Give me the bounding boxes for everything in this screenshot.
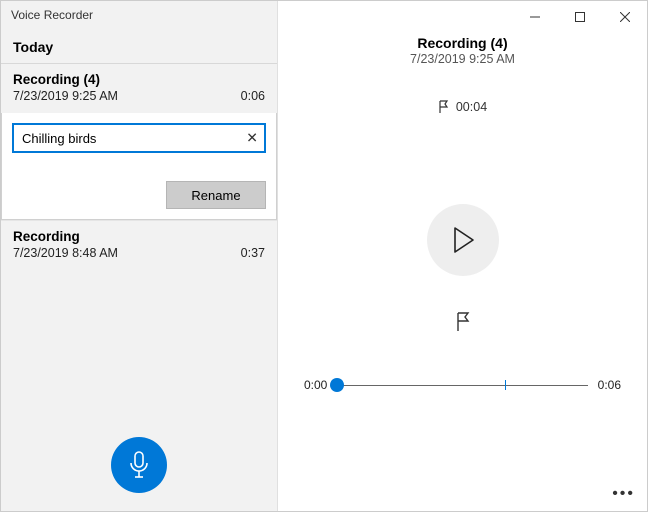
group-label: Today [1,29,277,63]
flag-icon [438,100,450,114]
more-button[interactable]: ••• [612,485,635,503]
microphone-icon [128,451,150,479]
close-button[interactable] [602,2,647,32]
play-button[interactable] [427,204,499,276]
recording-title: Recording (4) [13,72,265,87]
marker-time: 00:04 [456,100,487,114]
marker-indicator[interactable]: 00:04 [278,100,647,114]
flag-icon [455,312,471,332]
timeline-end: 0:06 [598,378,621,392]
rename-input-wrap: ✕ [12,123,266,153]
recording-item[interactable]: Recording (4) 7/23/2019 9:25 AM 0:06 [1,63,277,113]
rename-input[interactable] [22,131,236,146]
rename-panel: ✕ Rename [1,113,277,220]
sidebar: Voice Recorder Today Recording (4) 7/23/… [1,1,278,511]
recording-title: Recording [13,229,265,244]
add-marker-button[interactable] [449,308,477,336]
minimize-button[interactable] [512,2,557,32]
recording-item[interactable]: Recording 7/23/2019 8:48 AM 0:37 [1,220,277,270]
app-title: Voice Recorder [1,1,277,29]
recording-duration: 0:37 [241,246,265,260]
timeline-marker-tick [505,380,506,390]
detail-pane: Recording (4) 7/23/2019 9:25 AM 00:04 [278,1,647,511]
rename-button[interactable]: Rename [166,181,266,209]
app-root: Voice Recorder Today Recording (4) 7/23/… [1,1,647,511]
recording-date: 7/23/2019 9:25 AM [13,89,118,103]
detail-date: 7/23/2019 9:25 AM [278,52,647,66]
maximize-button[interactable] [557,2,602,32]
timeline-thumb[interactable] [330,378,344,392]
record-button[interactable] [111,437,167,493]
detail-title: Recording (4) [278,35,647,51]
window-controls [278,1,647,33]
timeline: 0:00 0:06 [304,376,621,394]
clear-icon[interactable]: ✕ [246,130,258,147]
recording-date: 7/23/2019 8:48 AM [13,246,118,260]
timeline-track[interactable] [337,376,587,394]
play-icon [451,226,475,254]
timeline-start: 0:00 [304,378,327,392]
recording-duration: 0:06 [241,89,265,103]
